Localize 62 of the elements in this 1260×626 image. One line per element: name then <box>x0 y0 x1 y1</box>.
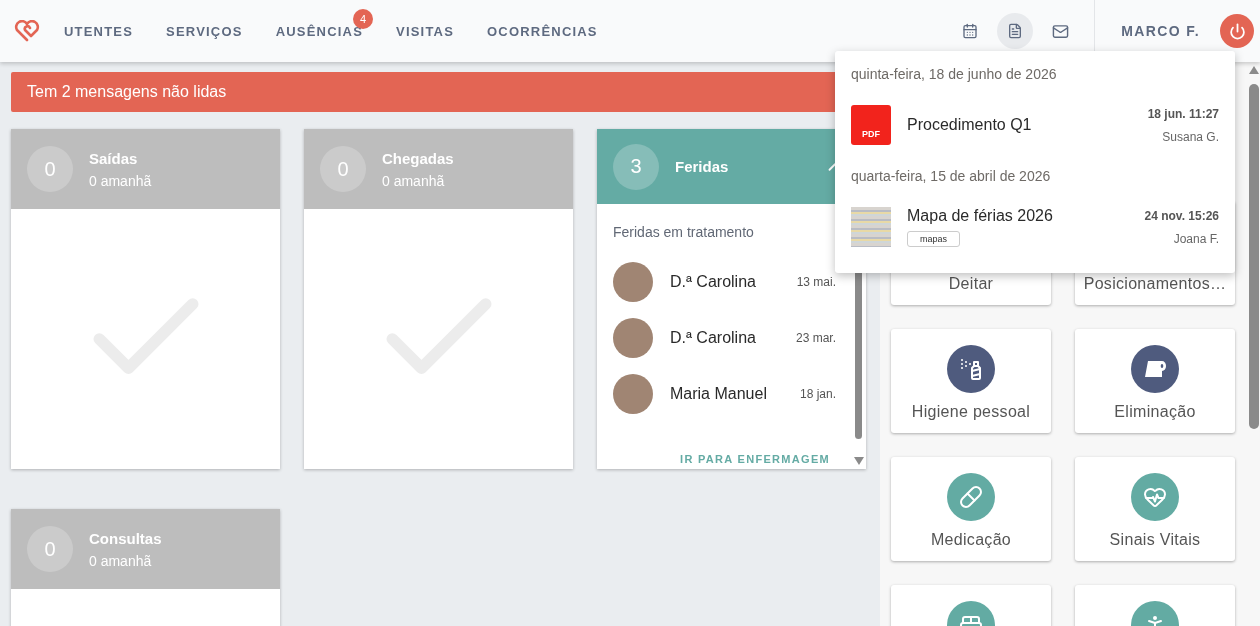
image-thumbnail <box>851 207 891 247</box>
document-author: Susana G. <box>1162 129 1219 144</box>
card-subtitle: 0 amanhã <box>382 172 446 189</box>
row-date: 18 jan. <box>799 387 836 401</box>
care-tile[interactable]: Medicação <box>891 457 1051 561</box>
heart-pulse-icon <box>1143 485 1167 509</box>
nav-link[interactable]: OCORRÊNCIAS <box>487 23 598 39</box>
card-title: Chegadas <box>382 149 454 167</box>
list-heading: Feridas em tratamento <box>613 224 755 240</box>
row-date: 13 mai. <box>796 275 836 289</box>
document-name: Mapa de férias 2026 <box>907 207 1054 225</box>
care-tile[interactable]: Eliminação <box>1075 329 1235 433</box>
power-button[interactable] <box>1220 14 1254 48</box>
scrollbar[interactable] <box>1249 84 1259 429</box>
calendar-icon <box>962 23 979 39</box>
scroll-up-icon[interactable] <box>1249 66 1259 74</box>
tile-label: Sinais Vitais <box>1109 531 1201 549</box>
document-item[interactable]: Mapa de férias 2026 mapas 24 nov. 15:26 Joana F. <box>851 191 1219 263</box>
nav-link[interactable]: AUSÊNCIAS <box>275 23 363 39</box>
tile-label: Deitar <box>948 275 994 293</box>
document-tag: mapas <box>907 231 960 247</box>
care-tile[interactable]: Sinais Vitais <box>1075 457 1235 561</box>
pdf-icon: PDF <box>851 105 891 145</box>
document-time: 18 jun. 11:27 <box>1147 106 1219 121</box>
card-subtitle: 0 amanhã <box>89 552 153 569</box>
avatar <box>613 374 653 414</box>
alert-text: Tem 2 mensagens não lidas <box>27 83 227 101</box>
card-subtitle: 0 amanhã <box>89 172 152 189</box>
row-date: 23 mar. <box>795 331 836 345</box>
pill-icon <box>959 485 983 509</box>
document-author: Joana F. <box>1173 231 1219 246</box>
document-icon <box>1007 23 1024 39</box>
user-name[interactable]: MARCO F. <box>1121 23 1200 39</box>
nav-link[interactable]: UTENTES <box>64 23 134 39</box>
document-time: 24 nov. 15:26 <box>1144 208 1219 223</box>
tile-label: Higiene pessoal <box>911 403 1031 421</box>
mail-icon <box>1051 22 1069 40</box>
nav-link[interactable]: VISITAS <box>396 23 455 39</box>
card-title: Feridas <box>675 158 729 175</box>
patient-name[interactable]: D.ª Carolina <box>670 329 796 347</box>
patient-name[interactable]: Maria Manuel <box>670 385 800 403</box>
tile-label: Posicionamentos… <box>1083 275 1227 293</box>
date-heading: quarta-feira, 15 de abril de 2026 <box>851 167 1052 186</box>
document-item[interactable]: PDF Procedimento Q1 18 jun. 11:27 Susana G. <box>851 89 1219 161</box>
patient-name[interactable]: D.ª Carolina <box>670 273 797 291</box>
document-name: Procedimento Q1 <box>907 116 1033 134</box>
spray-bottle-icon <box>959 357 983 381</box>
tile-label: Medicação <box>930 531 1012 549</box>
document-button[interactable] <box>997 13 1034 49</box>
heart-logo-icon[interactable] <box>14 20 40 42</box>
power-icon <box>1228 22 1246 40</box>
paper-roll-icon <box>1142 358 1168 380</box>
date-heading: quinta-feira, 18 de junho de 2026 <box>851 65 1058 84</box>
nav-link[interactable]: SERVIÇOS <box>166 23 243 39</box>
tile-label: Eliminação <box>1114 403 1196 421</box>
scroll-down-icon[interactable] <box>854 457 864 465</box>
card-title: Saídas <box>89 149 139 167</box>
care-tile[interactable]: Higiene pessoal <box>891 329 1051 433</box>
count-circle: 3 <box>613 143 659 190</box>
avatar <box>613 262 653 302</box>
avatar <box>613 318 653 358</box>
card-title: Consultas <box>89 529 162 547</box>
